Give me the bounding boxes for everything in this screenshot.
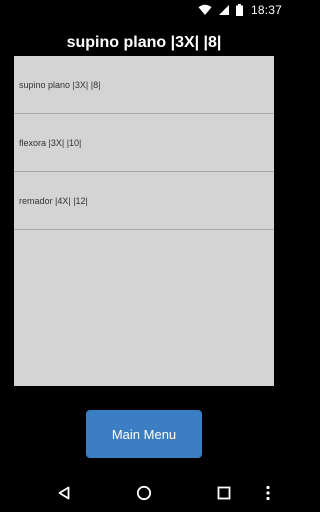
list-item-label: remador |4X| |12| bbox=[19, 195, 88, 206]
list-item[interactable]: flexora |3X| |10| bbox=[14, 114, 274, 172]
navigation-bar bbox=[0, 474, 288, 512]
signal-icon bbox=[218, 4, 230, 16]
list-item[interactable]: supino plano |3X| |8| bbox=[14, 56, 274, 114]
app-screen: 18:37 supino plano |3X| |8| supino plano… bbox=[0, 0, 288, 512]
wifi-icon bbox=[198, 4, 212, 16]
list-item[interactable]: remador |4X| |12| bbox=[14, 172, 274, 230]
list-item-label: flexora |3X| |10| bbox=[19, 137, 82, 148]
home-button[interactable] bbox=[120, 474, 168, 512]
back-button[interactable] bbox=[40, 474, 88, 512]
more-icon bbox=[266, 485, 270, 501]
list-item-label: supino plano |3X| |8| bbox=[19, 79, 101, 90]
battery-icon bbox=[235, 4, 243, 16]
home-icon bbox=[136, 485, 152, 501]
overflow-menu-button[interactable] bbox=[248, 474, 288, 512]
recents-icon bbox=[217, 486, 231, 500]
recents-button[interactable] bbox=[200, 474, 248, 512]
back-icon bbox=[57, 486, 71, 500]
page-title: supino plano |3X| |8| bbox=[66, 34, 222, 51]
exercise-list[interactable]: supino plano |3X| |8| flexora |3X| |10| … bbox=[14, 56, 274, 386]
main-menu-button[interactable]: Main Menu bbox=[86, 410, 202, 458]
status-icons: 18:37 bbox=[198, 2, 282, 18]
clock: 18:37 bbox=[250, 3, 282, 17]
status-bar: 18:37 bbox=[0, 0, 288, 20]
